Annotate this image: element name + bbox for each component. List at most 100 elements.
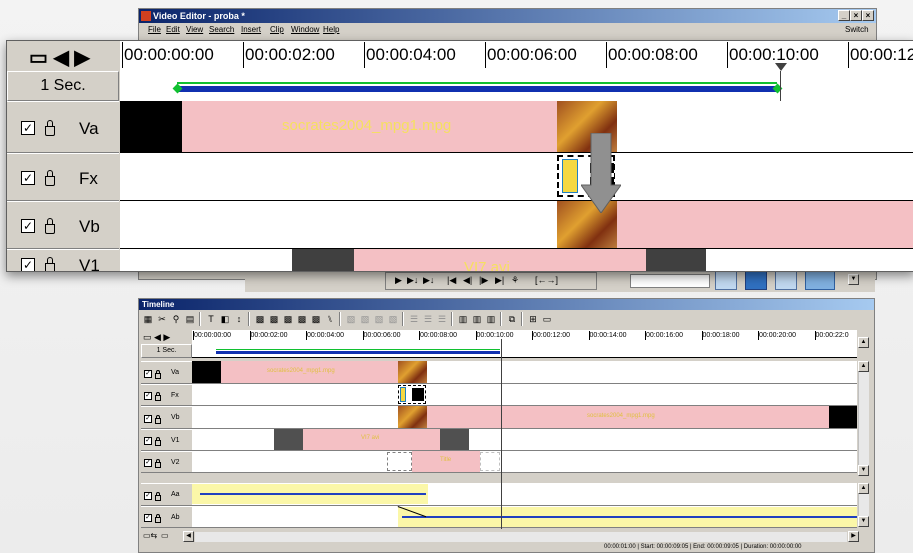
clip-thumbnail[interactable] xyxy=(274,429,303,450)
go-start-button[interactable]: |◀ xyxy=(447,275,456,286)
track-enable-checkbox[interactable]: ✓ xyxy=(144,514,152,522)
step-back-button[interactable]: ◀| xyxy=(463,275,472,286)
menu-help[interactable]: Help xyxy=(323,23,339,37)
title-transition[interactable] xyxy=(387,452,412,471)
audio-scroll-down-button[interactable]: ▼ xyxy=(858,516,869,527)
clip-v2[interactable]: Title xyxy=(412,451,480,472)
track-enable-checkbox[interactable]: ✓ xyxy=(21,121,35,135)
zoom-track-lane-fx[interactable] xyxy=(120,153,913,201)
mark-range-button[interactable]: [←→] xyxy=(535,275,558,285)
timeline-top-scroll[interactable]: ▲ xyxy=(858,337,869,348)
audio-clip-aa[interactable] xyxy=(192,484,428,504)
preview-thumb-1[interactable] xyxy=(715,270,737,290)
preview-thumb-4[interactable] xyxy=(805,270,835,290)
grid-icon-5[interactable]: ▩ xyxy=(310,313,322,325)
zoom-track-lane-v1[interactable]: VI7 avi xyxy=(120,249,913,271)
clip-thumbnail[interactable] xyxy=(646,249,706,271)
menu-file[interactable]: File xyxy=(148,23,161,37)
transition-handle[interactable] xyxy=(562,159,578,193)
zoom-track-lane-va[interactable]: socrates2004_mpg1.mpg xyxy=(120,101,913,153)
lock-icon[interactable] xyxy=(155,491,161,501)
audio-scroll-up-button[interactable]: ▲ xyxy=(858,483,869,494)
lock-icon[interactable] xyxy=(155,514,161,523)
lock-icon[interactable] xyxy=(155,392,161,401)
horizontal-scrollbar[interactable] xyxy=(195,532,847,542)
hscroll-right-button[interactable]: ▶ xyxy=(848,531,859,542)
clip-va[interactable]: socrates2004_mpg1.mpg xyxy=(221,361,398,383)
track-lane-v2[interactable]: Title xyxy=(192,451,857,473)
transition-handle[interactable] xyxy=(400,387,406,402)
preview-thumb-3[interactable] xyxy=(775,270,797,290)
track-lane-aa[interactable] xyxy=(192,483,857,506)
loop-icon[interactable]: ⚘ xyxy=(511,275,519,286)
view-mode-icon[interactable]: ▭⇆ xyxy=(143,531,157,540)
grid-icon-3[interactable]: ▩ xyxy=(282,313,294,325)
film-icon-2[interactable]: ▥ xyxy=(471,313,483,325)
search-icon[interactable]: ⚲ xyxy=(170,313,182,325)
close-button[interactable]: × xyxy=(862,10,874,21)
track-lane-v1[interactable]: VI7 avi xyxy=(192,429,857,451)
track-lane-vb[interactable]: socrates2004_mpg1.mpg xyxy=(192,406,857,429)
lock-icon[interactable] xyxy=(155,369,161,379)
clip-v1[interactable]: VI7 avi xyxy=(303,429,440,450)
text-icon[interactable]: T xyxy=(205,313,217,325)
track-lane-fx[interactable] xyxy=(192,384,857,406)
position-slider[interactable] xyxy=(630,274,710,288)
hscroll-left-button[interactable]: ◀ xyxy=(183,531,194,542)
zoom-track-lane-vb[interactable] xyxy=(120,201,913,249)
timeline-scale-button[interactable]: 1 Sec. xyxy=(141,344,192,358)
track-enable-checkbox[interactable]: ✓ xyxy=(21,258,35,271)
track-lane-va[interactable]: socrates2004_mpg1.mpg xyxy=(192,361,857,384)
zoom-icon[interactable]: ⊞ xyxy=(527,313,539,325)
title-transition[interactable] xyxy=(480,452,500,471)
fit-icon[interactable]: ▭ xyxy=(541,313,553,325)
chevron-down-icon[interactable]: ▼ xyxy=(848,274,859,285)
zoom-ruler[interactable]: 00:00:00:00 00:00:02:00 00:00:04:00 00:00:0… xyxy=(120,41,913,102)
track-enable-checkbox[interactable]: ✓ xyxy=(144,369,152,378)
zoom-clip-va[interactable]: socrates2004_mpg1.mpg xyxy=(182,101,557,152)
document-icon[interactable]: ▤ xyxy=(184,313,196,325)
zoom-range-bar[interactable] xyxy=(177,86,777,92)
storyboard-toggle-icon[interactable]: ▭ ◀ ▶ xyxy=(143,332,170,343)
lock-icon[interactable] xyxy=(45,218,55,234)
trim-icon[interactable]: ⧉ xyxy=(506,313,518,325)
scroll-down-button[interactable]: ▼ xyxy=(858,465,869,476)
zoom-clip-v1[interactable]: VI7 avi xyxy=(354,249,646,271)
track-enable-checkbox[interactable]: ✓ xyxy=(144,437,152,445)
audio-tracks-scrollbar[interactable]: ▲ ▼ xyxy=(858,483,869,527)
zoom-scale-button[interactable]: 1 Sec. xyxy=(7,71,119,101)
timeline-range-bar[interactable] xyxy=(216,351,500,354)
track-enable-checkbox[interactable]: ✓ xyxy=(21,219,35,233)
lock-icon[interactable] xyxy=(45,120,55,136)
clip-thumbnail[interactable] xyxy=(398,361,427,383)
video-tracks-scrollbar[interactable]: ▲ ▼ xyxy=(858,361,869,476)
menu-search[interactable]: Search xyxy=(209,23,234,37)
play-button[interactable]: ▶ xyxy=(395,275,402,286)
play-out-button[interactable]: ▶↓ xyxy=(423,275,434,286)
lock-icon[interactable] xyxy=(45,170,55,186)
track-enable-checkbox[interactable]: ✓ xyxy=(21,171,35,185)
menu-insert[interactable]: Insert xyxy=(241,23,261,37)
go-end-button[interactable]: ▶| xyxy=(495,275,504,286)
color-icon[interactable]: ◧ xyxy=(219,313,231,325)
minimize-button[interactable]: _ xyxy=(838,10,850,21)
restore-button[interactable]: × xyxy=(850,10,862,21)
black-clip[interactable] xyxy=(192,361,221,383)
zoom-clip-vb[interactable] xyxy=(617,201,913,248)
lock-icon[interactable] xyxy=(155,437,161,446)
step-forward-button[interactable]: |▶ xyxy=(479,275,488,286)
lock-icon[interactable] xyxy=(155,414,161,424)
clip-thumbnail[interactable] xyxy=(440,429,469,450)
film-icon-3[interactable]: ▥ xyxy=(485,313,497,325)
storyboard-icon[interactable]: ▦ xyxy=(142,313,154,325)
split-icon[interactable]: ✂ xyxy=(156,313,168,325)
clip-thumbnail[interactable] xyxy=(398,406,427,428)
film-icon-1[interactable]: ▥ xyxy=(457,313,469,325)
track-enable-checkbox[interactable]: ✓ xyxy=(144,491,152,500)
menu-view[interactable]: View xyxy=(186,23,203,37)
track-enable-checkbox[interactable]: ✓ xyxy=(144,414,152,423)
black-clip[interactable] xyxy=(829,406,857,428)
track-enable-checkbox[interactable]: ✓ xyxy=(144,459,152,467)
lock-icon[interactable] xyxy=(45,257,55,271)
menu-clip[interactable]: Clip xyxy=(270,23,284,37)
